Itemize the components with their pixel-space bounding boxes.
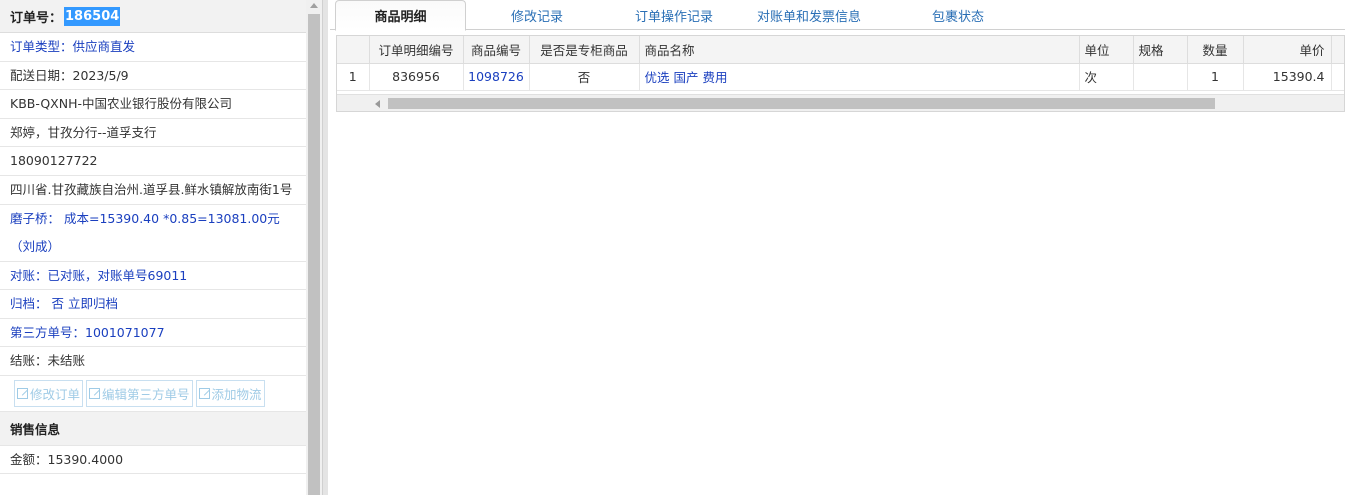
detail-tabs: 商品明细 修改记录 订单操作记录 对账单和发票信息 包裹状态	[330, 0, 1345, 31]
cell-product-name-link[interactable]: 优选 国产 费用	[639, 63, 1080, 91]
edit-order-button[interactable]: 修改订单	[14, 379, 84, 407]
cell-product-id-link[interactable]: 1098726	[463, 63, 530, 91]
order-info-list: 订单类型：供应商直发 配送日期：2023/5/9 KBB-QXNH-中国农业银行…	[0, 33, 306, 376]
tab-order-operation-log[interactable]: 订单操作记录	[614, 0, 734, 30]
cost-note: 磨子桥： 成本=15390.40 *0.85=13081.00元（刘成）	[0, 205, 306, 262]
col-quantity[interactable]: 数量	[1187, 36, 1244, 64]
archive-status[interactable]: 归档： 否 立即归档	[0, 290, 306, 319]
col-product-name[interactable]: 商品名称	[639, 36, 1080, 64]
contact-phone: 18090127722	[0, 147, 306, 176]
order-number-value[interactable]: 186504	[64, 6, 121, 26]
order-type: 订单类型：供应商直发	[0, 33, 306, 62]
edit-icon	[198, 387, 210, 399]
scrollbar-thumb[interactable]	[308, 14, 320, 495]
customer-company: KBB-QXNH-中国农业银行股份有限公司	[0, 90, 306, 119]
col-counter-product[interactable]: 是否是专柜商品	[529, 36, 640, 64]
third-party-number: 第三方单号：1001071077	[0, 319, 306, 347]
tab-product-details[interactable]: 商品明细	[335, 0, 466, 31]
cell-unit: 次	[1079, 63, 1134, 91]
product-grid: 订单明细编号 商品编号 是否是专柜商品 商品名称 单位 规格 数量 单价 1 8…	[336, 35, 1345, 112]
tab-package-status[interactable]: 包裹状态	[900, 0, 1016, 30]
order-number-label: 订单号：	[10, 10, 63, 26]
col-product-id[interactable]: 商品编号	[463, 36, 530, 64]
order-header: 订单号： 186504	[0, 0, 306, 33]
cell-rownum: 1	[337, 63, 370, 91]
panel-splitter[interactable]	[322, 0, 328, 495]
sales-section-title: 销售信息	[0, 411, 306, 446]
scrollbar-thumb[interactable]	[388, 98, 1215, 109]
edit-icon	[89, 387, 101, 399]
col-unit-price[interactable]: 单价	[1243, 36, 1332, 64]
add-logistics-label: 添加物流	[211, 386, 262, 402]
reconciliation-status[interactable]: 对账：已对账，对账单号69011	[0, 262, 306, 290]
cell-quantity: 1	[1187, 63, 1244, 91]
grid-horizontal-scrollbar[interactable]	[337, 94, 1344, 111]
col-unit[interactable]: 单位	[1079, 36, 1134, 64]
col-rownum	[337, 36, 370, 64]
edit-icon	[17, 387, 28, 399]
delivery-date: 配送日期：2023/5/9	[0, 62, 306, 90]
order-action-buttons: 修改订单 编辑第三方单号 添加物流	[0, 376, 306, 412]
detail-panel: 商品明细 修改记录 订单操作记录 对账单和发票信息 包裹状态 订单明细编号 商品…	[330, 0, 1345, 495]
edit-order-label: 修改订单	[30, 386, 81, 402]
left-vertical-scrollbar[interactable]	[306, 0, 322, 495]
cell-detail-id: 836956	[369, 63, 464, 91]
delivery-address: 四川省.甘孜藏族自治州.道孚县.鲜水镇解放南街1号	[0, 176, 306, 205]
add-logistics-button[interactable]: 添加物流	[195, 379, 265, 407]
cell-unit-price: 15390.4	[1243, 63, 1332, 91]
edit-third-party-label: 编辑第三方单号	[102, 386, 190, 402]
sales-amount: 金额：15390.4000	[0, 446, 306, 474]
edit-third-party-button[interactable]: 编辑第三方单号	[86, 379, 193, 407]
scroll-left-icon[interactable]	[375, 100, 380, 108]
col-extra	[1331, 36, 1344, 64]
tab-reconciliation-invoice[interactable]: 对账单和发票信息	[750, 0, 868, 30]
cell-spec	[1133, 63, 1188, 91]
cell-counter-product: 否	[529, 63, 640, 91]
col-detail-id[interactable]: 订单明细编号	[369, 36, 464, 64]
scroll-up-icon[interactable]	[310, 3, 318, 8]
table-header-row: 订单明细编号 商品编号 是否是专柜商品 商品名称 单位 规格 数量 单价	[337, 36, 1344, 64]
tab-change-log[interactable]: 修改记录	[480, 0, 594, 30]
order-detail-window: 订单号： 186504 订单类型：供应商直发 配送日期：2023/5/9 KBB…	[0, 0, 1345, 495]
product-table: 订单明细编号 商品编号 是否是专柜商品 商品名称 单位 规格 数量 单价 1 8…	[337, 36, 1344, 91]
settlement-status: 结账：未结账	[0, 347, 306, 376]
order-info-panel: 订单号： 186504 订单类型：供应商直发 配送日期：2023/5/9 KBB…	[0, 0, 306, 495]
col-spec[interactable]: 规格	[1133, 36, 1188, 64]
cell-extra	[1331, 63, 1344, 91]
contact-person: 郑婷，甘孜分行--道孚支行	[0, 119, 306, 147]
table-row[interactable]: 1 836956 1098726 否 优选 国产 费用 次 1 15390.4	[337, 63, 1344, 91]
